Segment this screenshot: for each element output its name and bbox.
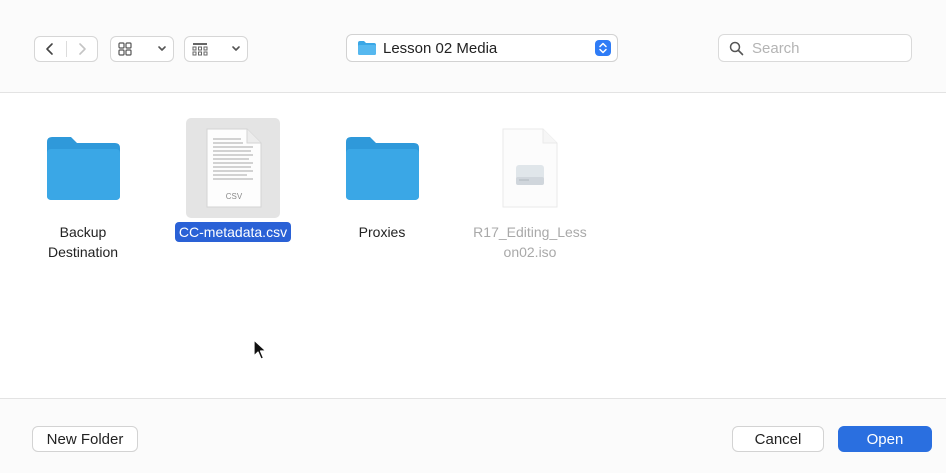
group-view-menu[interactable]	[184, 36, 248, 62]
group-grid-icon	[192, 43, 208, 56]
file-item-backup-destination[interactable]: Backup Destination	[23, 118, 143, 262]
search-icon	[729, 41, 744, 55]
location-label: Lesson 02 Media	[383, 39, 498, 57]
chevron-down-icon	[158, 46, 166, 51]
file-item-label: Backup Destination	[47, 224, 119, 260]
file-item-label: CC-metadata.csv	[173, 222, 293, 242]
search-input[interactable]	[750, 38, 904, 58]
chevron-left-icon	[46, 43, 54, 55]
icon-view-menu[interactable]	[110, 36, 174, 62]
dialog-footer: New Folder Cancel Open	[0, 398, 946, 473]
folder-icon	[358, 41, 376, 55]
folder-icon	[23, 118, 143, 218]
folder-icon	[322, 118, 442, 218]
up-down-arrows-icon	[595, 40, 611, 56]
file-browser: Backup Destination CSV CC-metadata.csv P…	[0, 93, 946, 396]
open-button[interactable]: Open	[838, 426, 932, 452]
new-folder-button[interactable]: New Folder	[32, 426, 138, 452]
open-file-dialog: Lesson 02 Media Backup Destination	[0, 0, 946, 473]
chevron-down-icon	[232, 46, 240, 51]
csv-document-icon: CSV	[186, 118, 280, 218]
file-item-label: Proxies	[358, 224, 406, 240]
search-field[interactable]	[718, 34, 912, 62]
forward-button[interactable]	[67, 37, 98, 61]
file-item-cc-metadata[interactable]: CSV CC-metadata.csv	[173, 118, 293, 242]
disk-image-icon	[470, 118, 590, 218]
cancel-button[interactable]: Cancel	[732, 426, 824, 452]
file-item-r17-iso: R17_Editing_Less on02.iso	[470, 118, 590, 262]
back-button[interactable]	[35, 37, 66, 61]
location-popup[interactable]: Lesson 02 Media	[346, 34, 618, 62]
file-item-proxies[interactable]: Proxies	[322, 118, 442, 242]
dialog-toolbar: Lesson 02 Media	[0, 0, 946, 93]
file-item-label: R17_Editing_Less on02.iso	[473, 224, 587, 260]
mouse-pointer-icon	[253, 339, 267, 360]
chevron-right-icon	[78, 43, 86, 55]
csv-badge: CSV	[226, 192, 243, 201]
navigation-buttons	[34, 36, 98, 62]
file-item-label-text: CC-metadata.csv	[174, 222, 292, 242]
grid-icon	[118, 42, 132, 56]
